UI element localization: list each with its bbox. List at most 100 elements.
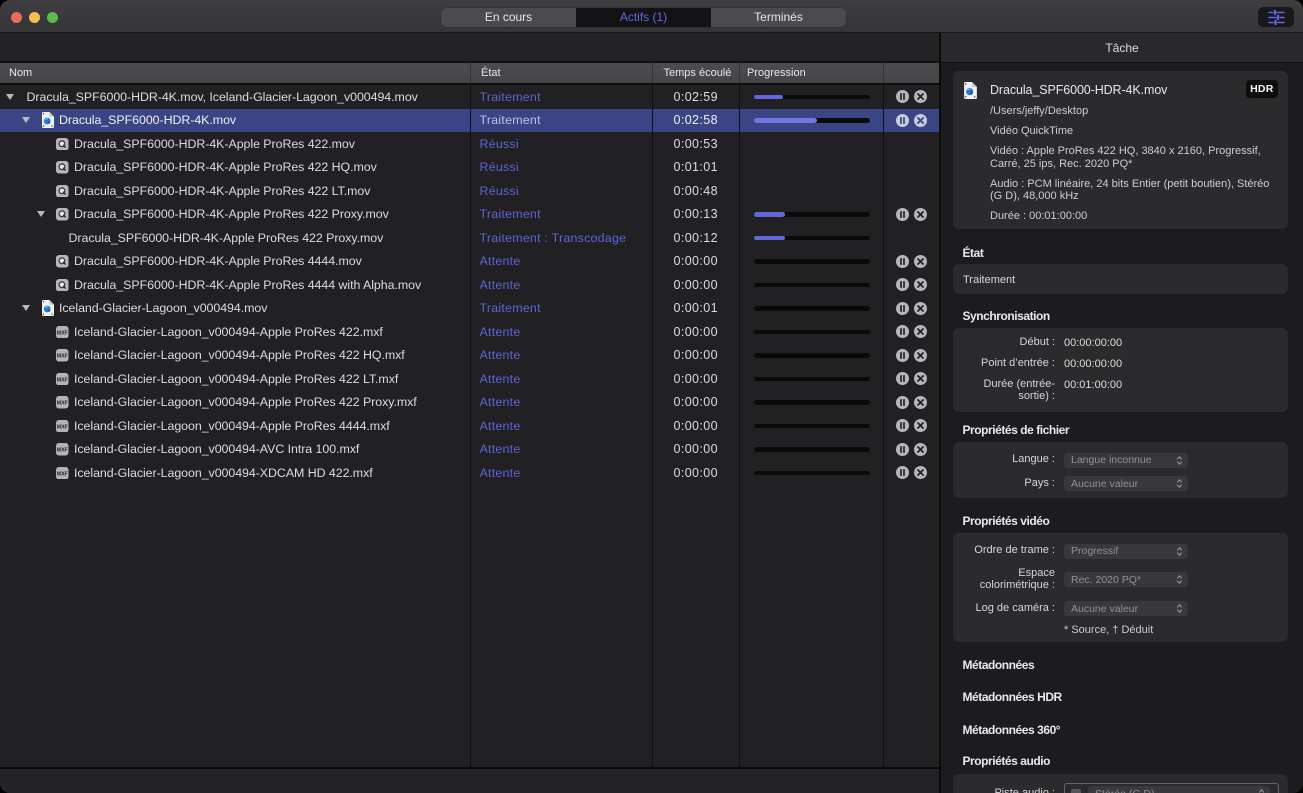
tab-en-cours[interactable]: En cours xyxy=(441,8,576,27)
pause-button[interactable] xyxy=(896,325,909,338)
file-name: Dracula_SPF6000-HDR-4K-Apple ProRes 422 … xyxy=(74,207,389,221)
cancel-button[interactable] xyxy=(914,396,927,409)
cell-etat: Attente xyxy=(470,438,652,462)
column-header-progression[interactable]: Progression xyxy=(739,63,883,83)
inspector-toggle-button[interactable] xyxy=(1258,7,1294,27)
pause-button[interactable] xyxy=(896,372,909,385)
pause-button[interactable] xyxy=(896,419,909,432)
pause-button[interactable] xyxy=(896,443,909,456)
table-row[interactable]: Dracula_SPF6000-HDR-4K-Apple ProRes 422.… xyxy=(0,132,939,156)
dropdown-pays[interactable]: Aucune valeur xyxy=(1064,476,1188,491)
dropdown-langue[interactable]: Langue inconnue xyxy=(1064,453,1188,468)
cell-progression xyxy=(739,297,883,321)
qt-app-icon xyxy=(56,208,69,224)
cancel-button[interactable] xyxy=(914,325,927,338)
sync-row: Début :00:00:00:00 xyxy=(953,337,1288,349)
audio-track-checkbox[interactable] xyxy=(1071,789,1081,793)
cell-temps-ecoule: 0:02:58 xyxy=(652,109,740,133)
cancel-button[interactable] xyxy=(914,466,927,479)
progress-fill xyxy=(754,212,785,217)
cancel-button[interactable] xyxy=(914,114,927,127)
pause-button[interactable] xyxy=(896,90,909,103)
table-row[interactable]: Dracula_SPF6000-HDR-4K-Apple ProRes 422 … xyxy=(0,203,939,227)
tab-termines[interactable]: Terminés xyxy=(711,8,846,27)
cell-actions xyxy=(883,414,939,438)
table-row[interactable]: Dracula_SPF6000-HDR-4K.mov, Iceland-Glac… xyxy=(0,85,939,109)
minimize-button[interactable] xyxy=(29,12,40,23)
sync-row: Point d’entrée :00:00:00:00 xyxy=(953,358,1288,370)
column-header-temps[interactable]: Temps écoulé xyxy=(652,63,740,83)
disclosure-triangle-icon[interactable] xyxy=(22,117,30,123)
cancel-button[interactable] xyxy=(914,349,927,362)
cell-temps-ecoule: 0:00:12 xyxy=(652,226,740,250)
pause-button[interactable] xyxy=(896,255,909,268)
zoom-button[interactable] xyxy=(47,12,58,23)
cancel-button[interactable] xyxy=(914,443,927,456)
cell-progression xyxy=(739,367,883,391)
table-row[interactable]: MXF Iceland-Glacier-Lagoon_v000494-Apple… xyxy=(0,344,939,368)
cell-progression xyxy=(739,414,883,438)
pause-button[interactable] xyxy=(896,114,909,127)
table-row[interactable]: MXF Iceland-Glacier-Lagoon_v000494-Apple… xyxy=(0,414,939,438)
column-header-actions xyxy=(883,63,939,83)
svg-text:MXF: MXF xyxy=(57,447,68,453)
titlebar: En cours Actifs (1) Terminés xyxy=(0,0,1303,33)
table-row[interactable]: MXF Iceland-Glacier-Lagoon_v000494-AVC I… xyxy=(0,438,939,462)
cancel-button[interactable] xyxy=(914,208,927,221)
dropdown-ordre-de-trame[interactable]: Progressif xyxy=(1064,544,1188,559)
prop-label: Log de caméra : xyxy=(953,603,1064,615)
table-row[interactable]: Iceland-Glacier-Lagoon_v000494.movTraite… xyxy=(0,297,939,321)
cell-temps-ecoule: 0:00:00 xyxy=(652,344,740,368)
cell-progression xyxy=(739,320,883,344)
pause-button[interactable] xyxy=(896,302,909,315)
table-row[interactable]: Dracula_SPF6000-HDR-4K-Apple ProRes 422 … xyxy=(0,179,939,203)
cell-temps-ecoule: 0:00:13 xyxy=(652,203,740,227)
table-row[interactable]: Dracula_SPF6000-HDR-4K.movTraitement0:02… xyxy=(0,109,939,133)
cell-etat: Attente xyxy=(470,367,652,391)
table-row[interactable]: Dracula_SPF6000-HDR-4K-Apple ProRes 422 … xyxy=(0,156,939,180)
file-name: Iceland-Glacier-Lagoon_v000494-AVC Intra… xyxy=(74,442,359,456)
close-button[interactable] xyxy=(11,12,22,23)
table-row[interactable]: Dracula_SPF6000-HDR-4K-Apple ProRes 4444… xyxy=(0,273,939,297)
progress-bar xyxy=(754,236,870,241)
cancel-button[interactable] xyxy=(914,419,927,432)
cell-progression xyxy=(739,203,883,227)
table-row[interactable]: MXF Iceland-Glacier-Lagoon_v000494-XDCAM… xyxy=(0,461,939,485)
table-row[interactable]: MXF Iceland-Glacier-Lagoon_v000494-Apple… xyxy=(0,367,939,391)
file-audio-info: Audio : PCM linéaire, 24 bits Entier (pe… xyxy=(990,178,1282,203)
column-header-etat[interactable]: État xyxy=(470,63,652,83)
cell-etat: Attente xyxy=(470,250,652,274)
dropdown-piste-audio[interactable]: Stéréo (G D) xyxy=(1088,786,1270,793)
table-row[interactable]: MXF Iceland-Glacier-Lagoon_v000494-Apple… xyxy=(0,320,939,344)
cancel-button[interactable] xyxy=(914,255,927,268)
svg-text:MXF: MXF xyxy=(57,424,68,430)
pause-button[interactable] xyxy=(896,396,909,409)
tab-actifs[interactable]: Actifs (1) xyxy=(576,8,711,27)
cancel-button[interactable] xyxy=(914,90,927,103)
cancel-button[interactable] xyxy=(914,302,927,315)
disclosure-triangle-icon[interactable] xyxy=(6,94,14,100)
dropdown-espace-colorimetrique[interactable]: Rec. 2020 PQ* xyxy=(1064,572,1188,587)
file-name: Iceland-Glacier-Lagoon_v000494.mov xyxy=(59,301,267,315)
pause-button[interactable] xyxy=(896,466,909,479)
disclosure-triangle-icon[interactable] xyxy=(22,305,30,311)
cancel-button[interactable] xyxy=(914,278,927,291)
dropdown-log-de-camera[interactable]: Aucune valeur xyxy=(1064,601,1188,616)
file-video-info: Vidéo : Apple ProRes 422 HQ, 3840 x 2160… xyxy=(990,145,1282,170)
etat-card: Traitement xyxy=(953,264,1288,294)
pause-button[interactable] xyxy=(896,208,909,221)
progress-bar xyxy=(754,212,870,217)
progress-bar xyxy=(754,400,870,405)
disclosure-triangle-icon[interactable] xyxy=(37,211,45,217)
table-row[interactable]: Dracula_SPF6000-HDR-4K-Apple ProRes 4444… xyxy=(0,250,939,274)
pause-button[interactable] xyxy=(896,349,909,362)
cancel-button[interactable] xyxy=(914,372,927,385)
batch-table: Nom État Temps écoulé Progression Dracul… xyxy=(0,33,939,793)
file-name: Dracula_SPF6000-HDR-4K-Apple ProRes 422 … xyxy=(74,160,377,174)
column-header-nom[interactable]: Nom xyxy=(0,63,470,83)
prop-label: Langue : xyxy=(953,454,1064,466)
pause-button[interactable] xyxy=(896,278,909,291)
table-row[interactable]: Dracula_SPF6000-HDR-4K-Apple ProRes 422 … xyxy=(0,226,939,250)
progress-bar xyxy=(754,424,870,429)
table-row[interactable]: MXF Iceland-Glacier-Lagoon_v000494-Apple… xyxy=(0,391,939,415)
